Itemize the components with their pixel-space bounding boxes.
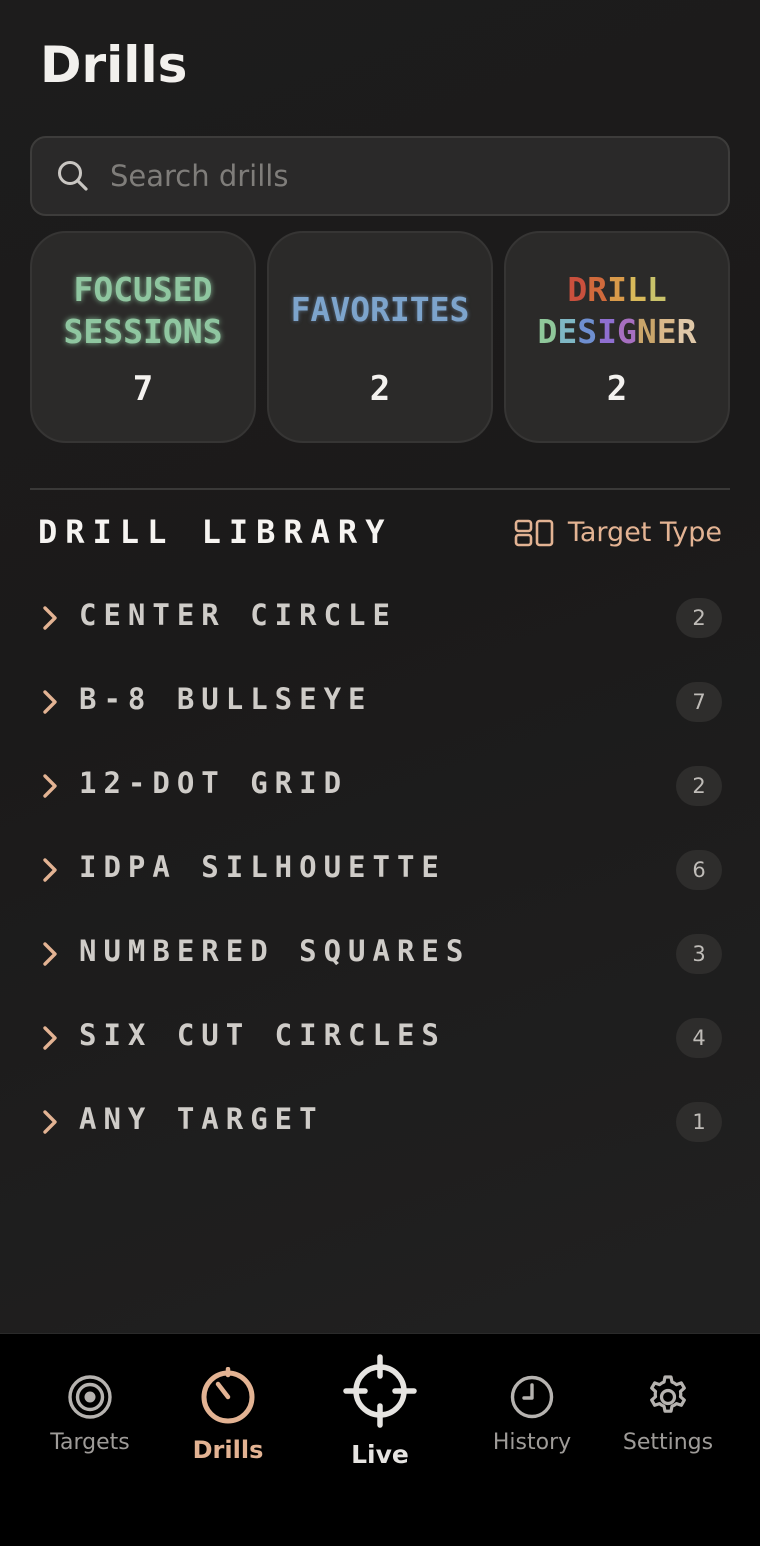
drill-library-list: CENTER CIRCLE 2 B-8 BULLSEYE 7 12-DOT GRID 2 I… [0,576,760,1164]
clock-icon [510,1375,554,1419]
drill-category-name: NUMBERED SQUARES [79,934,471,968]
chevron-right-icon [43,1110,57,1134]
search-icon [58,161,88,191]
chevron-right-icon [43,774,57,798]
count-badge: 2 [676,598,722,638]
drill-category-name: CENTER CIRCLE [79,598,397,632]
focused-sessions-card[interactable]: FOCUSED SESSIONS 7 [30,231,256,443]
drill-category-name: 12-DOT GRID [79,766,349,800]
card-count: 7 [132,369,154,409]
card-count: 2 [606,369,628,409]
card-label-line: FAVORITES [290,290,470,329]
quick-cards: FOCUSED SESSIONS 7 FAVORITES 2 DRILL DES… [30,231,730,443]
card-label: DRILL DESIGNER [506,269,728,353]
search-input[interactable] [108,158,672,194]
search-bar[interactable] [30,136,730,216]
drill-category-row[interactable]: ANY TARGET 1 [0,1080,760,1164]
target-icon [68,1375,112,1419]
card-label-line: FOCUSED [73,270,213,309]
divider [30,488,730,490]
tab-label: History [492,1430,572,1455]
target-type-filter-button[interactable]: Target Type [514,517,722,548]
crosshair-icon [343,1354,417,1428]
grid-layout-icon [514,519,554,546]
tab-label: Drills [192,1436,264,1464]
tab-label: Targets [50,1430,130,1455]
drill-category-name: IDPA SILHOUETTE [79,850,446,884]
tab-label: Live [351,1440,409,1469]
card-label: FOCUSED SESSIONS [32,269,254,353]
target-type-label: Target Type [567,517,722,548]
tab-settings[interactable]: Settings [618,1334,718,1546]
count-badge: 7 [676,682,722,722]
card-label: FAVORITES [269,289,491,331]
drill-category-row[interactable]: IDPA SILHOUETTE 6 [0,828,760,912]
page-title: Drills [40,36,188,94]
card-label-line: SESSIONS [63,312,223,351]
count-badge: 4 [676,1018,722,1058]
tab-label: Settings [622,1430,714,1455]
chevron-right-icon [43,1026,57,1050]
drill-category-row[interactable]: 12-DOT GRID 2 [0,744,760,828]
tab-bar: Targets Drills Live History Settings [0,1333,760,1546]
tab-history[interactable]: History [482,1334,582,1546]
favorites-card[interactable]: FAVORITES 2 [267,231,493,443]
chevron-right-icon [43,690,57,714]
drill-category-name: ANY TARGET [79,1102,324,1136]
drill-category-row[interactable]: B-8 BULLSEYE 7 [0,660,760,744]
tab-live[interactable]: Live [330,1334,430,1546]
drill-category-row[interactable]: CENTER CIRCLE 2 [0,576,760,660]
drill-category-name: B-8 BULLSEYE [79,682,373,716]
tab-drills[interactable]: Drills [178,1334,278,1546]
count-badge: 2 [676,766,722,806]
drill-category-row[interactable]: NUMBERED SQUARES 3 [0,912,760,996]
chevron-right-icon [43,606,57,630]
count-badge: 3 [676,934,722,974]
count-badge: 1 [676,1102,722,1142]
tab-targets[interactable]: Targets [40,1334,140,1546]
timer-icon [201,1367,255,1424]
drill-designer-card[interactable]: DRILL DESIGNER 2 [504,231,730,443]
drill-category-name: SIX CUT CIRCLES [79,1018,446,1052]
card-label-line: DRILL [567,270,667,309]
chevron-right-icon [43,942,57,966]
drills-screen: Drills FOCUSED SESSIONS 7 FAVORITES 2 DR… [0,0,760,1546]
count-badge: 6 [676,850,722,890]
drill-category-row[interactable]: SIX CUT CIRCLES 4 [0,996,760,1080]
library-title: DRILL LIBRARY [38,513,393,551]
gear-icon [650,1375,686,1413]
chevron-right-icon [43,858,57,882]
card-label-line: DESIGNER [537,312,697,351]
card-count: 2 [369,369,391,409]
